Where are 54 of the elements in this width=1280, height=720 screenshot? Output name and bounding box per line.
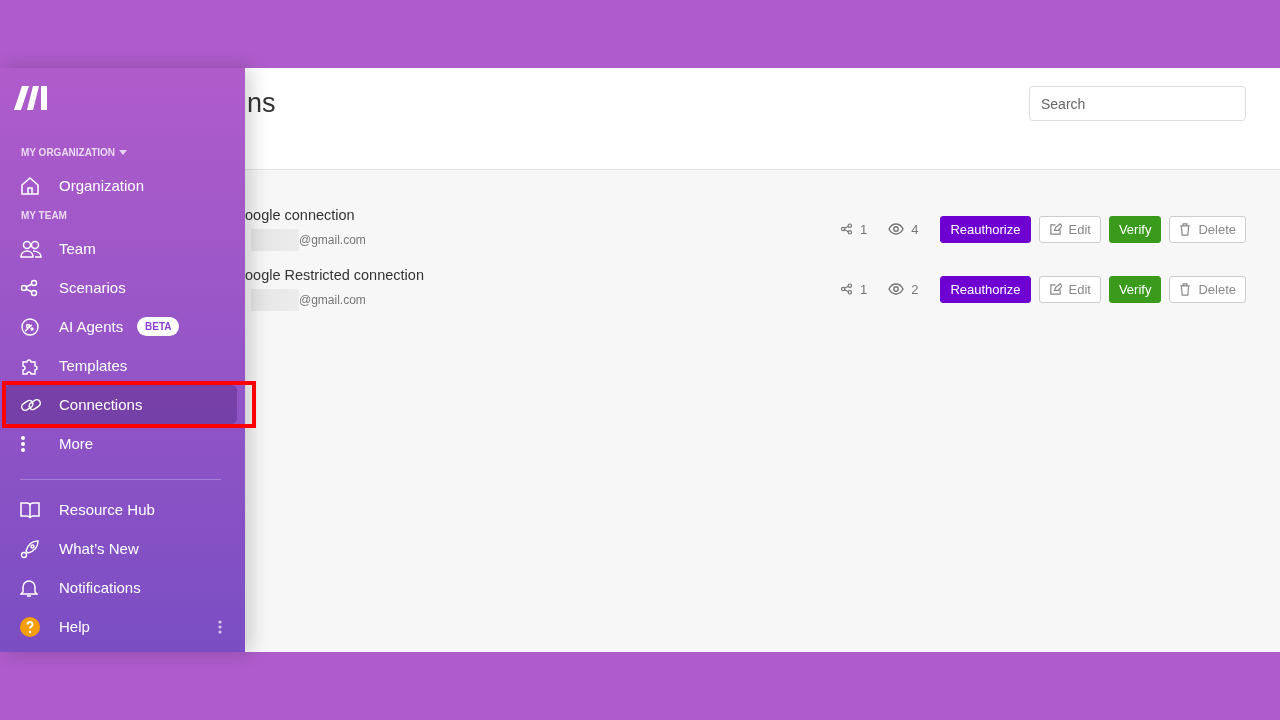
redacted-block bbox=[251, 289, 299, 311]
page-title: ns bbox=[247, 88, 276, 119]
connection-name: oogle connection bbox=[245, 207, 356, 223]
home-icon bbox=[20, 175, 40, 196]
rocket-icon bbox=[20, 538, 40, 559]
scenario-count: 1 bbox=[859, 281, 868, 297]
more-icon bbox=[20, 434, 26, 453]
view-count: 2 bbox=[911, 281, 919, 297]
bell-icon bbox=[20, 577, 38, 598]
account-email: @gmail.com bbox=[299, 293, 366, 307]
nav-item[interactable]: Help bbox=[5, 607, 237, 646]
nav-item[interactable]: Team bbox=[5, 229, 237, 268]
nav-item[interactable]: Resource Hub bbox=[5, 490, 237, 529]
edit-button[interactable]: Edit bbox=[1038, 215, 1101, 243]
nav-item[interactable]: What’s New bbox=[5, 529, 237, 568]
nav-item[interactable]: Organization bbox=[5, 166, 237, 205]
verify-button[interactable]: Verify bbox=[1108, 215, 1162, 243]
share-icon bbox=[839, 283, 853, 295]
edit-icon bbox=[1048, 222, 1062, 236]
delete-button[interactable]: Delete bbox=[1169, 215, 1246, 243]
trash-icon bbox=[1179, 282, 1192, 296]
book-icon bbox=[20, 500, 40, 519]
search-field[interactable]: Search bbox=[1029, 86, 1246, 121]
eye-icon bbox=[888, 283, 905, 295]
kebab-icon[interactable] bbox=[218, 619, 222, 634]
reauthorize-button[interactable]: Reauthorize bbox=[940, 215, 1031, 243]
nav-item[interactable]: Notifications bbox=[5, 568, 237, 607]
help-icon bbox=[20, 616, 40, 637]
share-icon bbox=[839, 223, 853, 235]
section-label: MY ORGANIZATION bbox=[21, 146, 116, 158]
trash-icon bbox=[1179, 222, 1192, 236]
nav-item[interactable]: Connections bbox=[5, 385, 237, 424]
account-email: @gmail.com bbox=[299, 233, 366, 247]
nav-item[interactable]: AI Agents BETA bbox=[5, 307, 237, 346]
eye-icon bbox=[888, 223, 905, 235]
redacted-block bbox=[251, 229, 299, 251]
connection-name: oogle Restricted connection bbox=[245, 267, 425, 283]
nav-item[interactable]: Templates bbox=[5, 346, 237, 385]
delete-button[interactable]: Delete bbox=[1169, 275, 1246, 303]
edit-icon bbox=[1048, 282, 1062, 296]
share-icon bbox=[20, 278, 38, 297]
scenario-count: 1 bbox=[859, 221, 868, 237]
verify-button[interactable]: Verify bbox=[1108, 275, 1162, 303]
view-count: 4 bbox=[911, 221, 919, 237]
logo-icon bbox=[14, 86, 48, 110]
nav-item[interactable]: Scenarios bbox=[5, 268, 237, 307]
edit-button[interactable]: Edit bbox=[1038, 275, 1101, 303]
nav-item[interactable]: More bbox=[5, 424, 237, 463]
section-label: MY TEAM bbox=[21, 209, 67, 221]
reauthorize-button[interactable]: Reauthorize bbox=[940, 275, 1031, 303]
agent-icon bbox=[20, 316, 40, 337]
caret-icon[interactable] bbox=[119, 149, 128, 155]
people-icon bbox=[20, 238, 42, 259]
beta-badge: BETA bbox=[137, 317, 180, 336]
